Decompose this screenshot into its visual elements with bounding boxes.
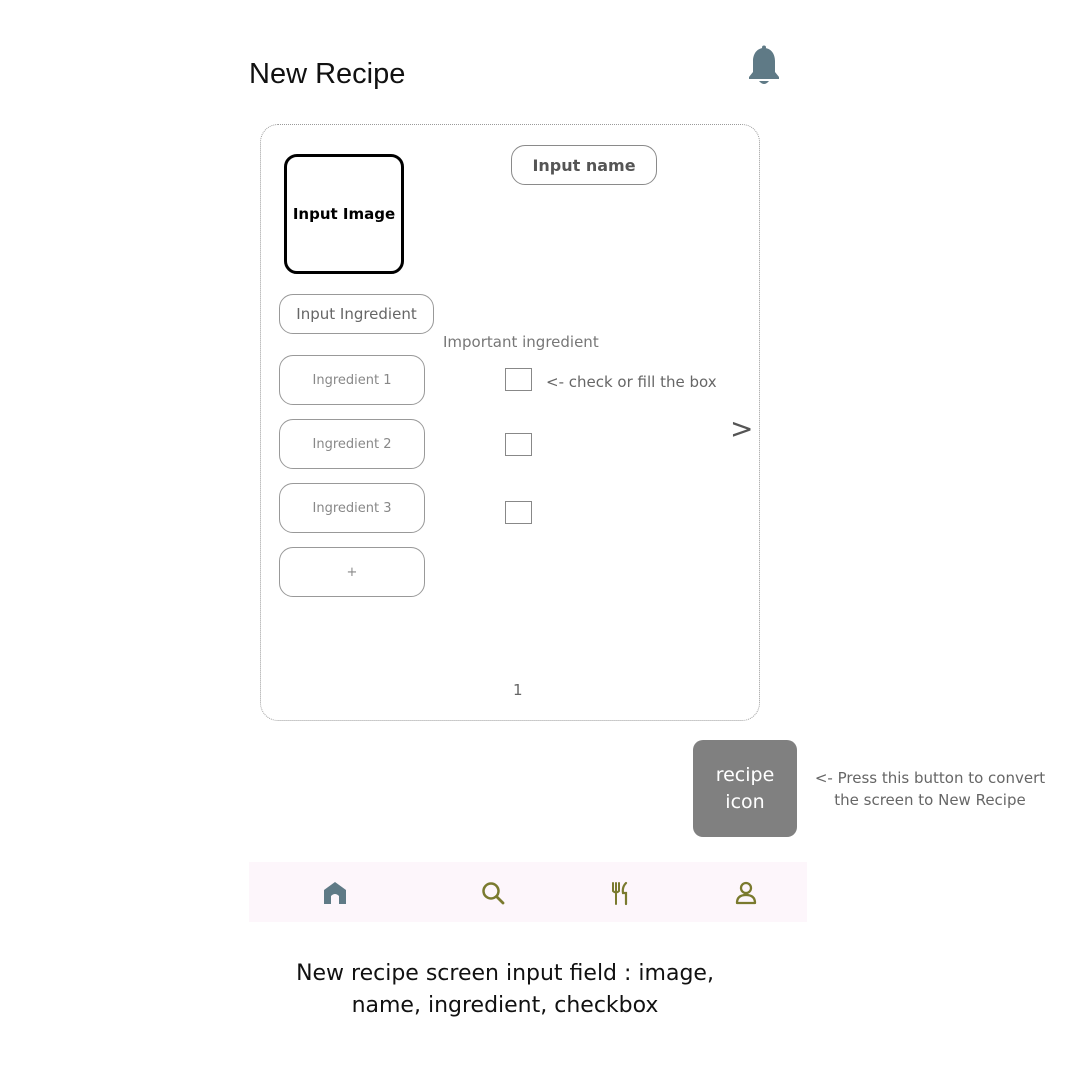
- ingredient-field-3[interactable]: Ingredient 3: [279, 483, 425, 533]
- add-ingredient-button[interactable]: +: [279, 547, 425, 597]
- screen-caption: New recipe screen input field : image, n…: [296, 961, 714, 1018]
- utensils-icon[interactable]: [605, 878, 635, 908]
- page-number: 1: [513, 681, 523, 699]
- next-page-button[interactable]: >: [730, 412, 753, 445]
- bottom-nav: [249, 862, 807, 922]
- image-input[interactable]: Input Image: [284, 154, 404, 274]
- recipe-icon-button[interactable]: recipe icon: [693, 740, 797, 837]
- search-icon[interactable]: [478, 878, 508, 908]
- bell-icon[interactable]: [746, 45, 782, 87]
- ingredient-field-2[interactable]: Ingredient 2: [279, 419, 425, 469]
- ingredient-input[interactable]: Input Ingredient: [279, 294, 434, 334]
- checkbox-hint: <- check or fill the box: [546, 373, 717, 391]
- name-input[interactable]: Input name: [511, 145, 657, 185]
- important-checkbox-3[interactable]: [505, 501, 532, 524]
- important-ingredient-label: Important ingredient: [443, 333, 599, 351]
- recipe-button-hint: <- Press this button to convert the scre…: [814, 769, 1046, 809]
- important-checkbox-1[interactable]: [505, 368, 532, 391]
- page-title: New Recipe: [249, 58, 406, 90]
- important-checkbox-2[interactable]: [505, 433, 532, 456]
- recipe-button-label: recipe icon: [715, 763, 775, 813]
- profile-icon[interactable]: [731, 878, 761, 908]
- home-icon[interactable]: [320, 878, 350, 908]
- ingredient-field-1[interactable]: Ingredient 1: [279, 355, 425, 405]
